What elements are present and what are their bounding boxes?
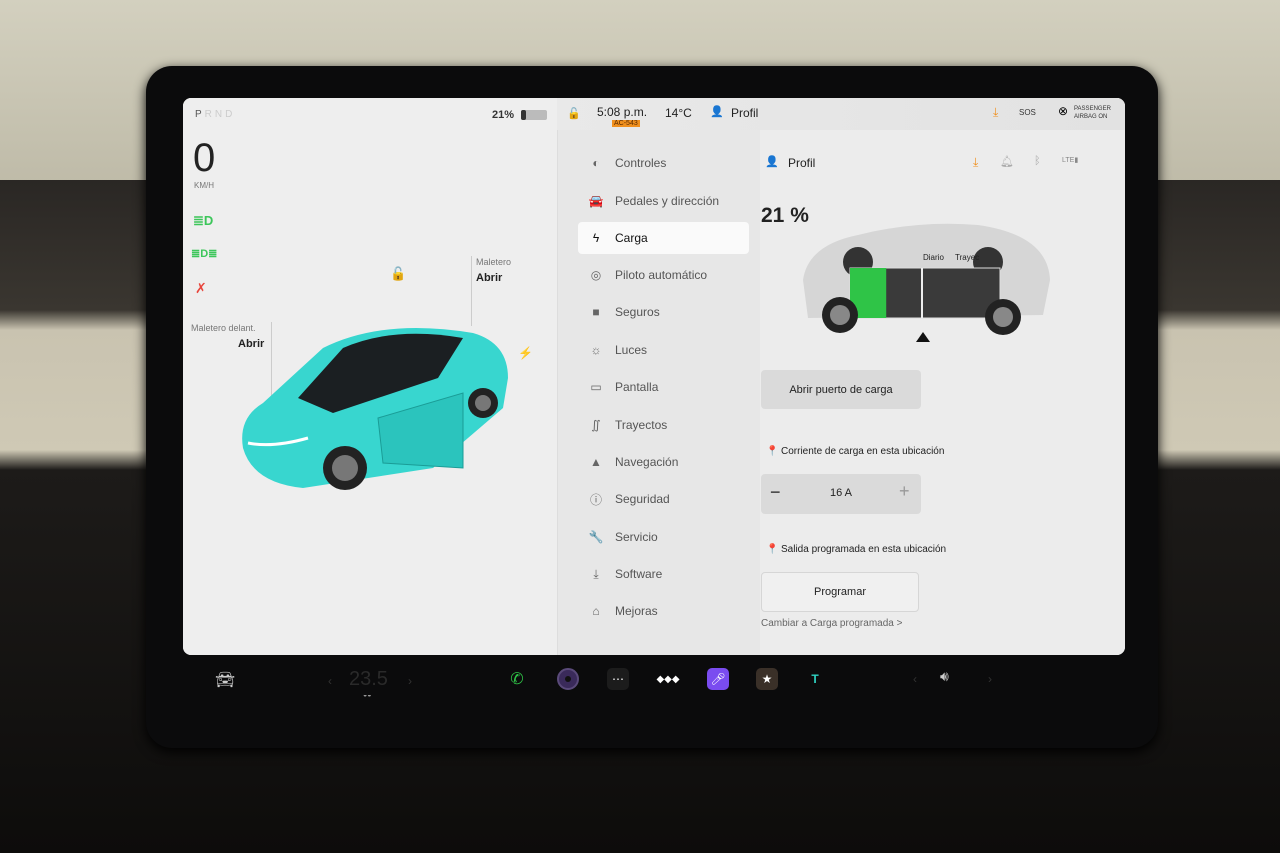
car-icon: 🚘 <box>588 194 604 208</box>
menu-item-navegacion[interactable]: ▲ Navegación <box>578 446 749 478</box>
bluetooth-icon[interactable]: ᛒ <box>1034 155 1041 167</box>
car-3d-image <box>242 328 508 490</box>
menu-item-mejoras[interactable]: ⌂ Mejoras <box>578 595 749 627</box>
display-icon: ▭ <box>590 380 602 394</box>
lock-status-icon[interactable]: 🔓 <box>567 107 581 120</box>
speed-unit: KM/H <box>194 181 214 190</box>
temp-up-button[interactable]: › <box>408 674 412 688</box>
sun-icon: ☼ <box>590 343 602 357</box>
gear-r: R <box>204 109 215 120</box>
steering-wheel-icon: ◎ <box>590 268 602 282</box>
touchscreen: PRND 0 KM/H ≣D ≣D≣ ✗ 21% Maletero delant… <box>183 98 1125 655</box>
charge-port-bolt-icon[interactable]: ⚡ <box>518 346 533 360</box>
menu-item-seguros[interactable]: ■ Seguros <box>578 296 749 328</box>
menu-item-carga[interactable]: ϟ Carga <box>578 222 749 254</box>
safety-icon: ⓘ <box>589 492 602 507</box>
menu-item-pedales[interactable]: 🚘 Pedales y dirección <box>578 185 749 217</box>
settings-menu: ◐ Controles 🚘 Pedales y dirección ϟ Carga ◎… <box>557 98 760 655</box>
download-icon: ⤓ <box>593 566 599 581</box>
gear-p: P <box>195 109 205 120</box>
bolt-icon: ϟ <box>592 231 600 245</box>
location-pin-icon: 📍 <box>766 544 779 555</box>
trunk-label: Maletero <box>476 257 512 267</box>
gear-selector: PRND <box>195 109 235 120</box>
car-button-icon[interactable]: 🚘︎ <box>215 670 235 690</box>
cabin-temperature: 23.5 <box>349 668 388 690</box>
volume-down-button[interactable]: ‹ <box>913 672 917 686</box>
scheduled-charging-link[interactable]: Cambiar a Carga programada > <box>761 618 902 629</box>
camera-app-icon[interactable] <box>557 668 579 690</box>
charging-panel: 👤 Profil ⤓ 🔔︎ ᛒ LTE▮ 21 % Diario Trayect… <box>760 98 1125 655</box>
menu-item-piloto[interactable]: ◎ Piloto automático <box>578 259 749 291</box>
trunk-open-button[interactable]: Abrir <box>476 272 502 284</box>
plate-tag: AC-543 <box>612 120 640 127</box>
battery-car-graphic <box>803 223 1050 342</box>
bottom-taskbar: 🚘︎ ‹ 23.5 › ◒◒ ✆ ⋯ ◆◆◆ 🎤︎ ★ T ‹ 🔊︎ › <box>183 658 1125 708</box>
download-icon[interactable]: ⤓ <box>973 155 978 170</box>
increase-button[interactable]: + <box>899 481 910 502</box>
seat-heater-icon[interactable]: ◒◒ <box>363 692 371 699</box>
car-status-panel: PRND 0 KM/H ≣D ≣D≣ ✗ 21% Maletero delant… <box>183 98 557 655</box>
menu-item-luces[interactable]: ☼ Luces <box>578 334 749 366</box>
profile-name[interactable]: Profil <box>731 106 758 120</box>
scheduled-departure-label: Salida programada en esta ubicación <box>781 544 947 555</box>
toybox-app-icon[interactable]: ★ <box>756 668 778 690</box>
lock-icon: ■ <box>592 305 600 319</box>
trip-limit-label: Trayecto <box>955 253 979 262</box>
volume-icon[interactable]: 🔊︎ <box>940 668 949 685</box>
location-pin-icon: 📍 <box>766 446 779 457</box>
download-icon[interactable]: ⤓ <box>993 105 998 120</box>
sos-button[interactable]: SOS <box>1019 108 1036 117</box>
phone-app-icon[interactable]: ✆ <box>506 668 528 690</box>
trunk-leader-line <box>471 256 472 326</box>
profile-label[interactable]: Profil <box>788 156 815 170</box>
outside-temperature: 14°C <box>665 106 692 120</box>
charge-current-value: 16 A <box>829 487 853 499</box>
battery-icon <box>521 110 547 120</box>
gear-d: D <box>225 109 236 120</box>
seatbelt-warning-icon: ✗ <box>195 280 207 296</box>
temp-down-button[interactable]: ‹ <box>328 674 332 688</box>
unlock-icon[interactable]: 🔓 <box>390 266 406 282</box>
profile-icon[interactable]: 👤 <box>710 105 724 118</box>
toggle-icon: ◐ <box>592 156 600 170</box>
menu-item-controles[interactable]: ◐ Controles <box>578 147 749 179</box>
trips-icon: ∬ <box>591 418 601 432</box>
tidal-app-icon[interactable]: ◆◆◆ <box>656 668 679 690</box>
wrench-icon: 🔧 <box>588 530 604 544</box>
volume-up-button[interactable]: › <box>988 672 992 686</box>
open-charge-port-button[interactable]: Abrir puerto de carga <box>761 370 921 409</box>
top-status-bar: 🔓 5:08 p.m. AC-543 14°C 👤 Profil ⤓ SOS ⊗… <box>557 98 1125 130</box>
headlight-icon: ≣D <box>193 213 214 228</box>
charge-current-label: Corriente de carga en esta ubicación <box>781 446 945 457</box>
clock: 5:08 p.m. <box>597 105 648 119</box>
menu-item-trayectos[interactable]: ∬ Trayectos <box>578 409 749 441</box>
profile-icon: 👤 <box>765 156 779 168</box>
menu-item-servicio[interactable]: 🔧 Servicio <box>578 521 749 553</box>
lte-signal-icon: LTE▮ <box>1062 157 1079 164</box>
speed: 0 <box>193 136 216 180</box>
fog-light-icon: ≣D≣ <box>191 248 218 260</box>
airbag-icon: ⊗ <box>1058 104 1069 118</box>
menu-item-pantalla[interactable]: ▭ Pantalla <box>578 371 749 403</box>
karaoke-app-icon[interactable]: 🎤︎ <box>707 668 729 690</box>
gear-n: N <box>214 109 226 120</box>
more-apps-icon[interactable]: ⋯ <box>607 668 629 690</box>
menu-item-seguridad[interactable]: ⓘ Seguridad <box>578 483 749 515</box>
theater-app-icon[interactable]: T <box>804 668 826 690</box>
battery-percent: 21% <box>492 109 515 121</box>
charge-limit-marker[interactable] <box>916 332 930 342</box>
passenger-airbag-status: PASSENGER AIRBAG ON <box>1074 106 1111 120</box>
schedule-button[interactable]: Programar <box>761 572 919 612</box>
bag-icon: ⌂ <box>592 604 600 618</box>
menu-item-software[interactable]: ⤓ Software <box>578 558 749 590</box>
bell-icon[interactable]: 🔔︎ <box>1000 155 1014 168</box>
charge-current-stepper: − 16 A + <box>761 474 921 514</box>
daily-limit-label: Diario <box>923 253 944 262</box>
navigation-icon: ▲ <box>590 455 602 469</box>
